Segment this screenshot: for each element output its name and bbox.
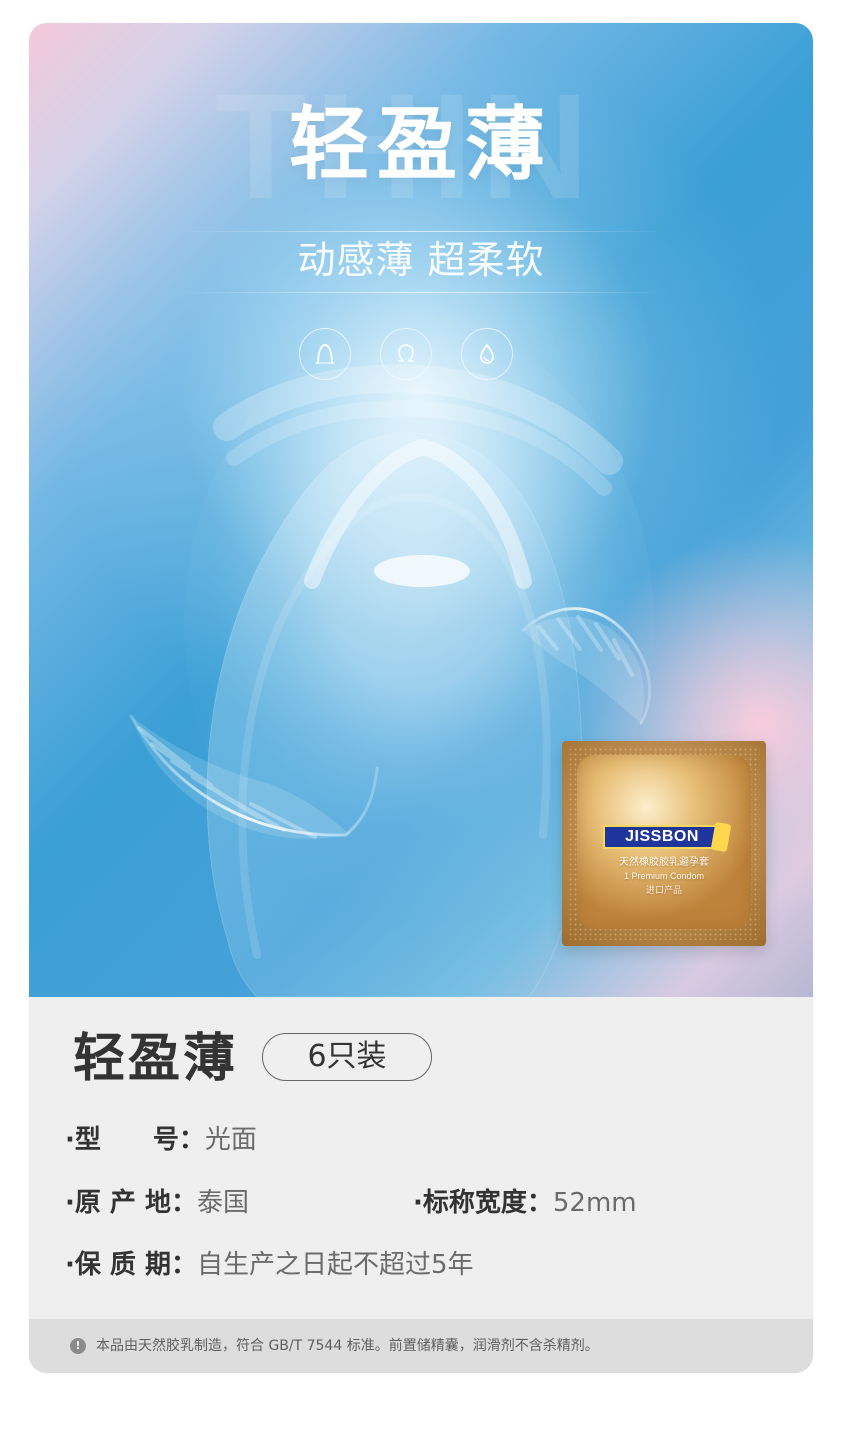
brand-text: JISSBON	[625, 828, 699, 845]
feature-icon-group	[299, 328, 529, 384]
spec-width-value: 52mm	[552, 1188, 637, 1218]
spec-origin-label: ·原 产 地：	[65, 1188, 197, 1218]
spec-model: ·型 号：光面	[65, 1124, 257, 1156]
info-icon: !	[70, 1338, 86, 1354]
spec-width-label: ·标称宽度：	[413, 1188, 553, 1218]
spec-model-label: ·型 号：	[65, 1125, 205, 1155]
omega-icon	[380, 328, 432, 380]
brand-logo: JISSBON	[603, 821, 732, 853]
condom-pack-image: JISSBON 天然橡胶胶乳避孕套 1 Premium Condom 进口产品	[562, 741, 766, 946]
product-card: THIN 轻盈薄 动感薄 超柔软 JISSBON 天然橡胶胶乳避孕套 1 Pre…	[29, 23, 813, 1373]
pack-import-text: 进口产品	[645, 886, 682, 896]
product-title: 轻盈薄	[73, 1029, 239, 1089]
subtitle-top-rule	[177, 231, 665, 232]
subtitle-bottom-rule	[177, 292, 665, 293]
shape-icon	[299, 328, 351, 380]
hero-title: 轻盈薄	[289, 98, 553, 191]
product-info: 轻盈薄 6只装 ·型 号：光面 ·原 产 地：泰国 ·标称宽度：52mm ·保 …	[29, 997, 813, 1319]
spec-origin-value: 泰国	[196, 1188, 249, 1218]
pack-english-text: 1 Premium Condom	[623, 871, 705, 881]
hero-subtitle: 动感薄 超柔软	[297, 238, 545, 282]
pack-count-badge: 6只装	[262, 1033, 432, 1081]
hero-banner: THIN 轻盈薄 动感薄 超柔软 JISSBON 天然橡胶胶乳避孕套 1 Pre…	[29, 23, 813, 997]
spec-shelf-life-value: 自生产之日起不超过5年	[196, 1250, 474, 1280]
spec-model-value: 光面	[204, 1125, 257, 1155]
pack-chinese-text: 天然橡胶胶乳避孕套	[619, 857, 709, 868]
drop-icon	[461, 328, 513, 380]
notice-text: 本品由天然胶乳制造，符合 GB/T 7544 标准。前置储精囊，润滑剂不含杀精剂…	[96, 1338, 599, 1354]
spec-shelf-life-label: ·保 质 期：	[65, 1250, 197, 1280]
spec-width: ·标称宽度：52mm	[413, 1187, 637, 1219]
spec-shelf-life: ·保 质 期：自生产之日起不超过5年	[65, 1249, 474, 1281]
notice-bar: ! 本品由天然胶乳制造，符合 GB/T 7544 标准。前置储精囊，润滑剂不含杀…	[29, 1319, 813, 1373]
spec-origin: ·原 产 地：泰国	[65, 1187, 249, 1219]
